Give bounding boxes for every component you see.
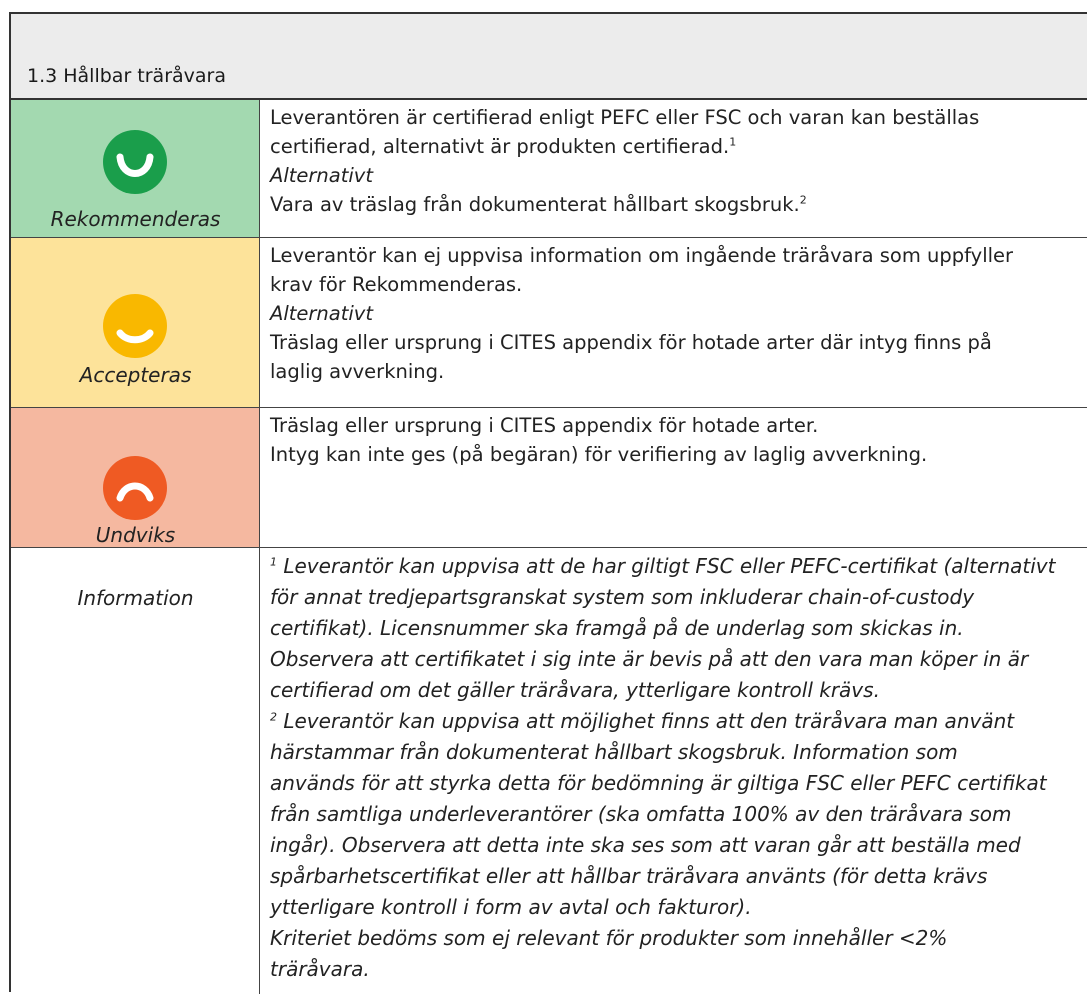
level-label-recommended: Rekommenderas: [50, 207, 221, 231]
footnote-ref: 2: [799, 193, 807, 207]
level-cell-recommended: Rekommenderas: [11, 100, 260, 237]
footnote-1-line: 1 Leverantör kan uppvisa att de har gilt…: [270, 554, 1056, 578]
text-line: krav för Rekommenderas.: [270, 273, 523, 296]
happy-face-icon: [103, 130, 167, 194]
footnote-2-line: används för att styrka detta för bedömni…: [270, 771, 1047, 795]
footnote-1-line: certifierad om det gäller träråvara, ytt…: [270, 678, 880, 702]
note-line: Kriteriet bedöms som ej relevant för pro…: [270, 926, 948, 950]
row-accepted: Accepteras Leverantör kan ej uppvisa inf…: [11, 238, 1087, 408]
footnote-ref: 1: [729, 135, 737, 149]
text-line: laglig avverkning.: [270, 360, 445, 383]
row-recommended: Rekommenderas Leverantören är certifiera…: [11, 100, 1087, 238]
text-line: Vara av träslag från dokumenterat hållba…: [270, 193, 807, 216]
criteria-document: 1.3 Hållbar träråvara Rekommenderas Leve…: [9, 12, 1087, 994]
level-cell-accepted: Accepteras: [11, 238, 260, 407]
sad-face-icon: [103, 456, 167, 520]
level-label-avoid: Undviks: [95, 523, 176, 547]
criteria-text-recommended: Leverantören är certifierad enligt PEFC …: [260, 100, 1087, 237]
footnote-1-line: för annat tredjepartsgranskat system som…: [270, 585, 975, 609]
section-header: 1.3 Hållbar träråvara: [11, 14, 1087, 100]
row-avoid: Undviks Träslag eller ursprung i CITES a…: [11, 408, 1087, 548]
text-line: certifierad, alternativt är produkten ce…: [270, 135, 737, 158]
criteria-text-accepted: Leverantör kan ej uppvisa information om…: [260, 238, 1087, 407]
footnote-1-line: Observera att certifikatet i sig inte är…: [270, 647, 1029, 671]
note-line: träråvara.: [270, 957, 370, 981]
footnote-2-line: ingår). Observera att detta inte ska ses…: [270, 833, 1021, 857]
information-label: Information: [77, 586, 194, 610]
footnote-marker: 1: [270, 555, 277, 569]
footnote-2-line: ytterligare kontroll i form av avtal och…: [270, 895, 752, 919]
footnote-marker: 2: [270, 710, 277, 724]
footnote-2-line: från samtliga underleverantörer (ska omf…: [270, 802, 1012, 826]
text-line: Leverantör kan ej uppvisa information om…: [270, 244, 1014, 267]
section-title: 1.3 Hållbar träråvara: [27, 65, 226, 87]
neutral-smile-face-icon: [103, 294, 167, 358]
footnote-1-line: certifikat). Licensnummer ska framgå på …: [270, 616, 964, 640]
text-line: Träslag eller ursprung i CITES appendix …: [270, 414, 819, 437]
footnote-2-line: spårbarhetscertifikat eller att hållbar …: [270, 864, 988, 888]
row-information: Information 1 Leverantör kan uppvisa att…: [11, 548, 1087, 994]
criteria-text-avoid: Träslag eller ursprung i CITES appendix …: [260, 408, 1087, 547]
text-line: Leverantören är certifierad enligt PEFC …: [270, 106, 980, 129]
alternative-label: Alternativt: [270, 302, 373, 325]
footnote-2-line: härstammar från dokumenterat hållbart sk…: [270, 740, 958, 764]
level-label-accepted: Accepteras: [79, 363, 192, 387]
text-line: Träslag eller ursprung i CITES appendix …: [270, 331, 992, 354]
alternative-label: Alternativt: [270, 164, 373, 187]
information-label-cell: Information: [11, 548, 260, 994]
text-line: Intyg kan inte ges (på begäran) för veri…: [270, 443, 928, 466]
footnote-2-line: 2 Leverantör kan uppvisa att möjlighet f…: [270, 709, 1015, 733]
level-cell-avoid: Undviks: [11, 408, 260, 547]
information-text: 1 Leverantör kan uppvisa att de har gilt…: [260, 548, 1087, 994]
